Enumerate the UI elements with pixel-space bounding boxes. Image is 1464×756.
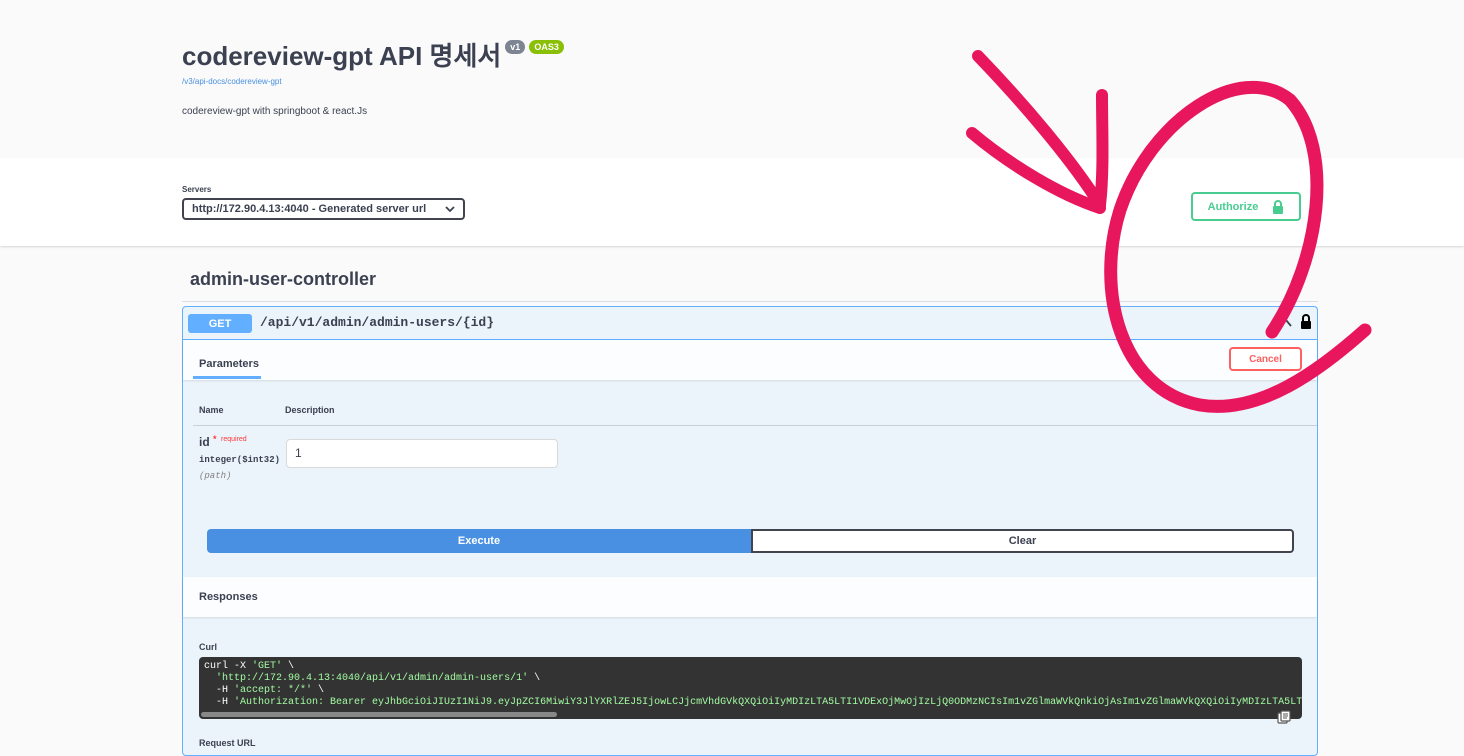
page-title: codereview-gpt API 명세서 v1 OAS3 [182,36,564,73]
curl-line: -H 'accept: */*' \ [204,685,325,696]
server-select[interactable]: http://172.90.4.13:4040 - Generated serv… [182,198,465,220]
required-star: * [213,434,217,444]
id-input[interactable]: 1 [286,439,558,468]
execute-button[interactable]: Execute [207,529,751,553]
responses-title: Responses [199,591,258,603]
operation-lock-icon[interactable] [1300,314,1312,329]
copy-icon[interactable] [1277,710,1291,724]
operation-summary[interactable]: GET /api/v1/admin/admin-users/{id} [183,307,1317,340]
curl-line: curl -X 'GET' \ [204,661,295,672]
api-docs-link[interactable]: /v3/api-docs/codereview-gpt [182,77,282,86]
curl-code-block[interactable]: curl -X 'GET' \ 'http://172.90.4.13:4040… [199,657,1302,719]
columns-divider [193,425,1317,426]
api-description: codereview-gpt with springboot & react.J… [182,106,368,117]
authorize-button[interactable]: Authorize [1191,192,1301,221]
chevron-down-icon [445,205,455,212]
tag-title[interactable]: admin-user-controller [190,269,376,290]
cancel-button[interactable]: Cancel [1229,347,1302,371]
tab-parameters[interactable]: Parameters [199,358,259,370]
servers-label: Servers [182,185,212,194]
operation-path: /api/v1/admin/admin-users/{id} [260,315,495,330]
authorize-label: Authorize [1207,200,1259,213]
clear-button[interactable]: Clear [751,529,1294,553]
curl-line: 'http://172.90.4.13:4040/api/v1/admin/ad… [216,673,541,684]
param-type: integer($int32) [199,455,281,465]
oas-badge: OAS3 [529,39,564,54]
tab-underline [193,376,261,379]
curl-label: Curl [199,642,217,652]
title-text: codereview-gpt API 명세서 [182,41,502,71]
version-badge: v1 [505,39,526,54]
param-location: (path) [199,471,232,481]
param-name-text: id [199,435,210,449]
chevron-up-icon[interactable] [1279,316,1293,330]
responses-header [183,577,1317,617]
horizontal-scrollbar[interactable] [201,712,557,717]
required-label: required [221,436,247,443]
parameters-header: Parameters [183,340,1317,380]
operation-block: GET /api/v1/admin/admin-users/{id} Param… [182,306,1318,756]
column-name: Name [199,405,224,415]
server-select-value: http://172.90.4.13:4040 - Generated serv… [192,203,427,215]
tag-divider [182,301,1318,302]
request-url-label: Request URL [199,738,256,748]
method-badge: GET [188,314,252,333]
info-section: codereview-gpt API 명세서 v1 OAS3 /v3/api-d… [0,0,1464,158]
column-description: Description [285,405,335,415]
param-name: id * [199,434,217,449]
lock-icon [1273,199,1284,214]
curl-line: -H 'Authorization: Bearer eyJhbGciOiJIUz… [204,697,1302,708]
